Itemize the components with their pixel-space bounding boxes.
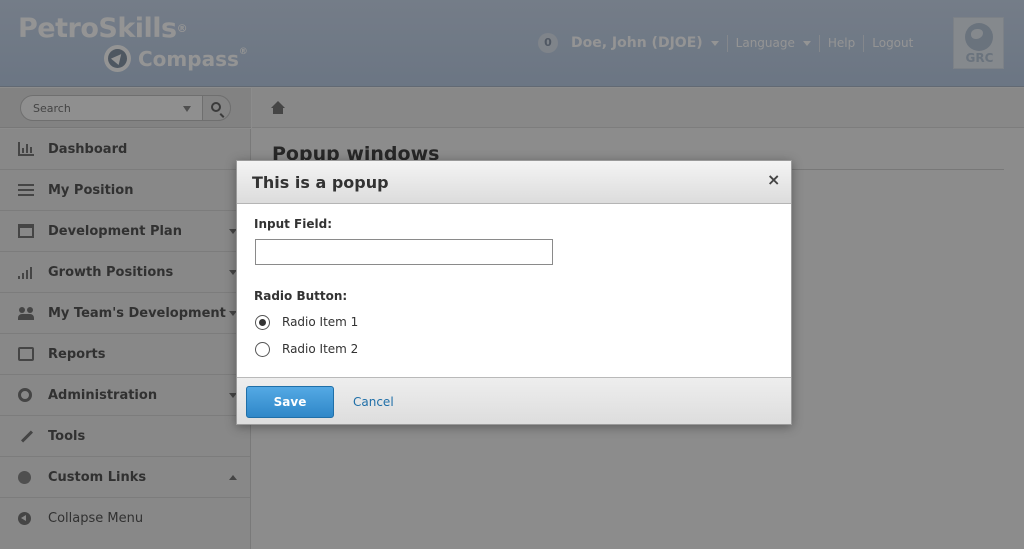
cancel-link[interactable]: Cancel [353,395,394,409]
radio-item-2[interactable]: Radio Item 2 [255,341,358,357]
radio-item-label[interactable]: Radio Item 1 [282,315,358,329]
close-icon[interactable]: × [767,172,780,188]
popup-dialog: This is a popup × Input Field: Radio But… [236,160,792,425]
input-field[interactable] [255,239,553,265]
radio-button-checked[interactable] [255,314,270,330]
radio-item-1[interactable]: Radio Item 1 [255,314,358,330]
radio-button-unchecked[interactable] [255,341,270,357]
save-button[interactable]: Save [246,386,334,418]
popup-title: This is a popup [252,173,389,192]
popup-header: This is a popup × [237,161,791,204]
input-field-label: Input Field: [254,217,333,231]
popup-footer: Save Cancel [237,377,791,424]
radio-button-label: Radio Button: [254,289,348,303]
radio-item-label[interactable]: Radio Item 2 [282,342,358,356]
